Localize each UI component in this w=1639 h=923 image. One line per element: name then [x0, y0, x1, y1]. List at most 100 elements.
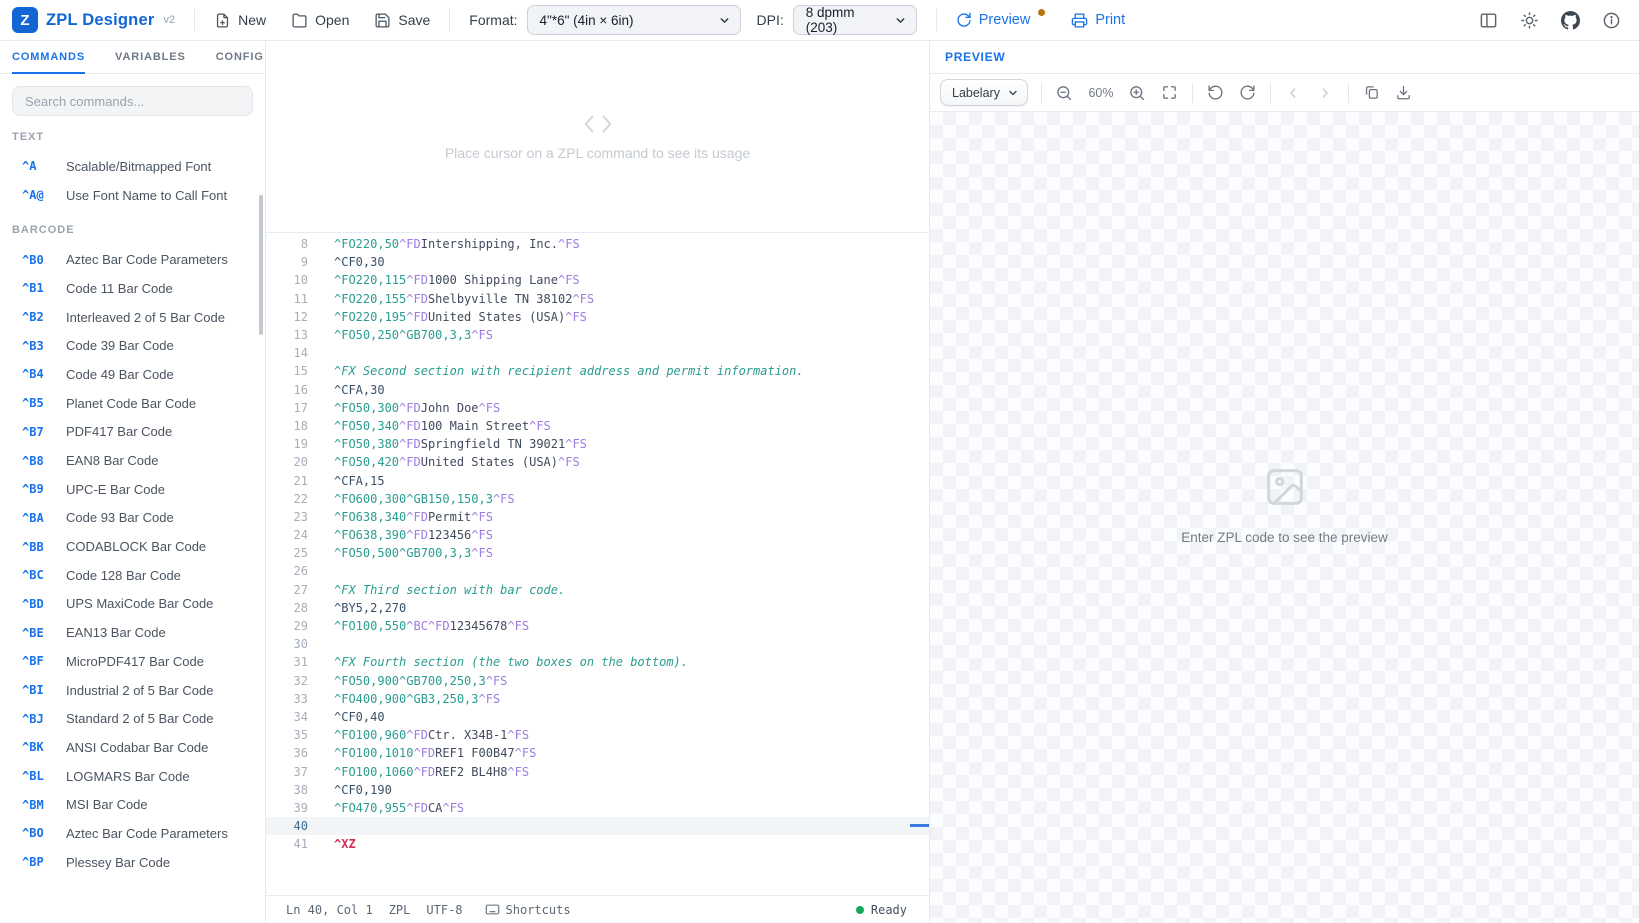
command-item[interactable]: ^BPPlessey Bar Code: [12, 848, 253, 877]
download-icon[interactable]: [1394, 83, 1413, 102]
command-item[interactable]: ^B7PDF417 Bar Code: [12, 418, 253, 447]
command-item[interactable]: ^BCCode 128 Bar Code: [12, 561, 253, 590]
code-line-18[interactable]: 18^FO50,340^FD100 Main Street^FS: [266, 417, 929, 435]
code-line-19[interactable]: 19^FO50,380^FDSpringfield TN 39021^FS: [266, 435, 929, 453]
code-line-23[interactable]: 23^FO638,340^FDPermit^FS: [266, 508, 929, 526]
command-code: ^B9: [22, 482, 66, 496]
code-line-41[interactable]: 41^XZ: [266, 835, 929, 853]
command-item[interactable]: ^B1Code 11 Bar Code: [12, 274, 253, 303]
save-icon: [374, 12, 391, 29]
code-line-13[interactable]: 13^FO50,250^GB700,3,3^FS: [266, 326, 929, 344]
code-line-22[interactable]: 22^FO600,300^GB150,150,3^FS: [266, 490, 929, 508]
command-item[interactable]: ^B0Aztec Bar Code Parameters: [12, 245, 253, 274]
code-line-15[interactable]: 15^FX Second section with recipient addr…: [266, 362, 929, 380]
code-line-8[interactable]: 8^FO220,50^FDIntershipping, Inc.^FS: [266, 235, 929, 253]
print-button[interactable]: Print: [1071, 11, 1125, 29]
code-line-38[interactable]: 38^CF0,190: [266, 781, 929, 799]
code-line-31[interactable]: 31^FX Fourth section (the two boxes on t…: [266, 653, 929, 671]
command-item[interactable]: ^BACode 93 Bar Code: [12, 504, 253, 533]
tab-variables[interactable]: VARIABLES: [115, 41, 186, 73]
code-line-36[interactable]: 36^FO100,1010^FDREF1 F00B47^FS: [266, 744, 929, 762]
zoom-in-icon[interactable]: [1128, 83, 1147, 102]
code-line-12[interactable]: 12^FO220,195^FDUnited States (USA)^FS: [266, 308, 929, 326]
panel-layout-icon[interactable]: [1479, 11, 1498, 30]
undo-icon[interactable]: [1206, 83, 1225, 102]
code-line-33[interactable]: 33^FO400,900^GB3,250,3^FS: [266, 690, 929, 708]
command-item[interactable]: ^AScalable/Bitmapped Font: [12, 152, 253, 181]
command-item[interactable]: ^BDUPS MaxiCode Bar Code: [12, 590, 253, 619]
info-icon[interactable]: [1602, 11, 1621, 30]
open-button-label: Open: [315, 12, 349, 28]
save-button[interactable]: Save: [374, 12, 430, 29]
line-content: ^XZ: [308, 837, 356, 851]
code-line-37[interactable]: 37^FO100,1060^FDREF2 BL4H8^FS: [266, 762, 929, 780]
shortcuts-button[interactable]: Shortcuts: [485, 903, 571, 917]
code-line-29[interactable]: 29^FO100,550^BC^FD12345678^FS: [266, 617, 929, 635]
code-line-40[interactable]: 40: [266, 817, 929, 835]
line-number: 40: [266, 819, 308, 833]
command-item[interactable]: ^BLLOGMARS Bar Code: [12, 762, 253, 791]
command-item[interactable]: ^B5Planet Code Bar Code: [12, 389, 253, 418]
fit-screen-icon[interactable]: [1160, 83, 1179, 102]
next-label-icon[interactable]: [1316, 83, 1335, 102]
line-content: ^FX Third section with bar code.: [308, 583, 565, 597]
format-select[interactable]: 4"*6" (4in × 6in): [527, 5, 741, 35]
code-line-21[interactable]: 21^CFA,15: [266, 471, 929, 489]
command-item[interactable]: ^BBCODABLOCK Bar Code: [12, 532, 253, 561]
github-icon[interactable]: [1561, 11, 1580, 30]
tab-commands[interactable]: COMMANDS: [12, 41, 85, 73]
tab-config[interactable]: CONFIG: [216, 41, 264, 73]
new-button[interactable]: New: [214, 12, 266, 29]
zoom-out-icon[interactable]: [1055, 83, 1074, 102]
code-line-39[interactable]: 39^FO470,955^FDCA^FS: [266, 799, 929, 817]
code-line-28[interactable]: 28^BY5,2,270: [266, 599, 929, 617]
code-line-24[interactable]: 24^FO638,390^FD123456^FS: [266, 526, 929, 544]
command-item[interactable]: ^B4Code 49 Bar Code: [12, 360, 253, 389]
line-number: 18: [266, 419, 308, 433]
previous-label-icon[interactable]: [1284, 83, 1303, 102]
code-editor[interactable]: 8^FO220,50^FDIntershipping, Inc.^FS9^CF0…: [266, 233, 929, 895]
command-item[interactable]: ^B3Code 39 Bar Code: [12, 331, 253, 360]
sidebar-scrollbar[interactable]: [259, 195, 263, 335]
search-commands-input[interactable]: [12, 86, 253, 116]
command-item[interactable]: ^BKANSI Codabar Bar Code: [12, 733, 253, 762]
command-item[interactable]: ^B9UPC-E Bar Code: [12, 475, 253, 504]
code-line-14[interactable]: 14: [266, 344, 929, 362]
code-line-34[interactable]: 34^CF0,40: [266, 708, 929, 726]
line-content: ^FO50,340^FD100 Main Street^FS: [308, 419, 551, 433]
code-line-11[interactable]: 11^FO220,155^FDShelbyville TN 38102^FS: [266, 290, 929, 308]
code-line-30[interactable]: 30: [266, 635, 929, 653]
redo-icon[interactable]: [1238, 83, 1257, 102]
code-line-17[interactable]: 17^FO50,300^FDJohn Doe^FS: [266, 399, 929, 417]
command-item[interactable]: ^B8EAN8 Bar Code: [12, 446, 253, 475]
preview-button[interactable]: Preview: [956, 11, 1046, 29]
command-item[interactable]: ^BEEAN13 Bar Code: [12, 618, 253, 647]
code-line-9[interactable]: 9^CF0,30: [266, 253, 929, 271]
code-line-10[interactable]: 10^FO220,115^FD1000 Shipping Lane^FS: [266, 271, 929, 289]
command-code: ^BC: [22, 568, 66, 582]
render-engine-select[interactable]: Labelary: [940, 79, 1028, 106]
command-label: UPC-E Bar Code: [66, 482, 165, 497]
command-item[interactable]: ^BIIndustrial 2 of 5 Bar Code: [12, 676, 253, 705]
code-line-26[interactable]: 26: [266, 562, 929, 580]
command-code: ^B2: [22, 310, 66, 324]
code-line-32[interactable]: 32^FO50,900^GB700,250,3^FS: [266, 672, 929, 690]
theme-sun-icon[interactable]: [1520, 11, 1539, 30]
command-item[interactable]: ^B2Interleaved 2 of 5 Bar Code: [12, 303, 253, 332]
copy-icon[interactable]: [1362, 83, 1381, 102]
command-code: ^BA: [22, 511, 66, 525]
code-line-27[interactable]: 27^FX Third section with bar code.: [266, 581, 929, 599]
dpi-select[interactable]: 8 dpmm (203): [793, 5, 917, 35]
command-item[interactable]: ^BJStandard 2 of 5 Bar Code: [12, 704, 253, 733]
code-line-20[interactable]: 20^FO50,420^FDUnited States (USA)^FS: [266, 453, 929, 471]
commands-sidebar: COMMANDSVARIABLESCONFIG TEXT^AScalable/B…: [0, 41, 266, 923]
command-item[interactable]: ^BFMicroPDF417 Bar Code: [12, 647, 253, 676]
code-line-16[interactable]: 16^CFA,30: [266, 381, 929, 399]
command-item[interactable]: ^A@Use Font Name to Call Font: [12, 181, 253, 210]
code-line-25[interactable]: 25^FO50,500^GB700,3,3^FS: [266, 544, 929, 562]
command-item[interactable]: ^BOAztec Bar Code Parameters: [12, 819, 253, 848]
command-item[interactable]: ^BMMSI Bar Code: [12, 790, 253, 819]
line-number: 28: [266, 601, 308, 615]
code-line-35[interactable]: 35^FO100,960^FDCtr. X34B-1^FS: [266, 726, 929, 744]
open-button[interactable]: Open: [291, 12, 349, 29]
